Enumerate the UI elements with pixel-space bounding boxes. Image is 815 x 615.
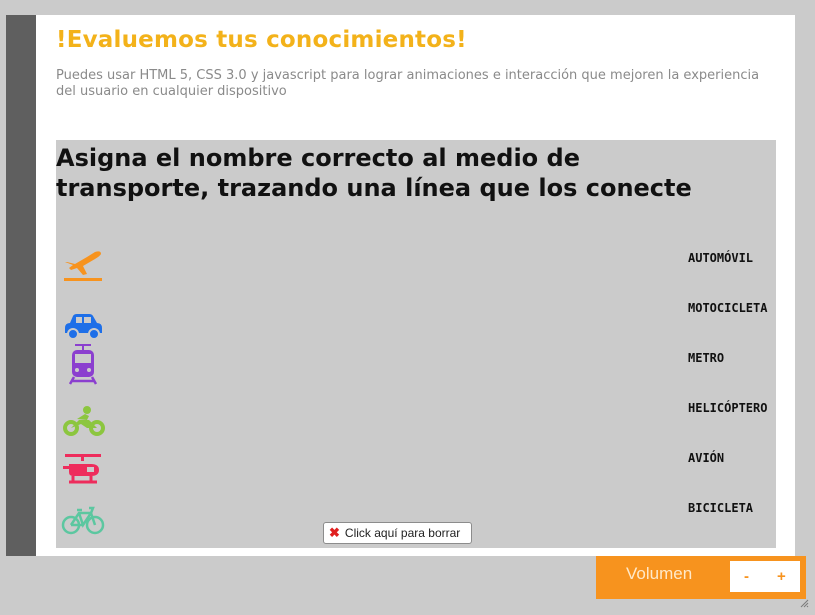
resize-grip-icon[interactable]: [799, 598, 809, 608]
car-icon[interactable]: [61, 302, 105, 346]
tram-icon[interactable]: [61, 342, 105, 386]
question-title: Asigna el nombre correcto al medio de tr…: [56, 144, 692, 202]
close-icon: ✖: [329, 525, 340, 540]
bicycle-icon[interactable]: [61, 497, 105, 541]
name-option[interactable]: HELICÓPTERO: [688, 401, 767, 415]
volume-down-button[interactable]: -: [744, 568, 749, 585]
matching-activity[interactable]: Asigna el nombre correcto al medio de tr…: [56, 140, 776, 548]
clear-button-label: Click aquí para borrar: [344, 526, 461, 540]
name-option[interactable]: BICICLETA: [688, 501, 753, 515]
volume-controls: - +: [730, 561, 800, 592]
motorcycle-icon[interactable]: [61, 398, 105, 442]
left-sidebar-bar: [6, 15, 36, 556]
frame-right: [795, 8, 815, 556]
name-option[interactable]: AVIÓN: [688, 451, 724, 465]
frame-top: [0, 0, 815, 8]
name-option[interactable]: AUTOMÓVIL: [688, 251, 753, 265]
clear-button[interactable]: ✖ Click aquí para borrar: [323, 522, 472, 544]
name-option[interactable]: METRO: [688, 351, 724, 365]
volume-up-button[interactable]: +: [777, 568, 786, 585]
helicopter-icon[interactable]: [61, 446, 105, 490]
page-subtitle: Puedes usar HTML 5, CSS 3.0 y javascript…: [56, 68, 760, 99]
name-option[interactable]: MOTOCICLETA: [688, 301, 767, 315]
page-title: !Evaluemos tus conocimientos!: [56, 27, 467, 53]
airplane-icon[interactable]: [61, 240, 105, 284]
volume-label: Volumen: [626, 564, 693, 583]
volume-panel: Volumen - +: [596, 556, 806, 599]
